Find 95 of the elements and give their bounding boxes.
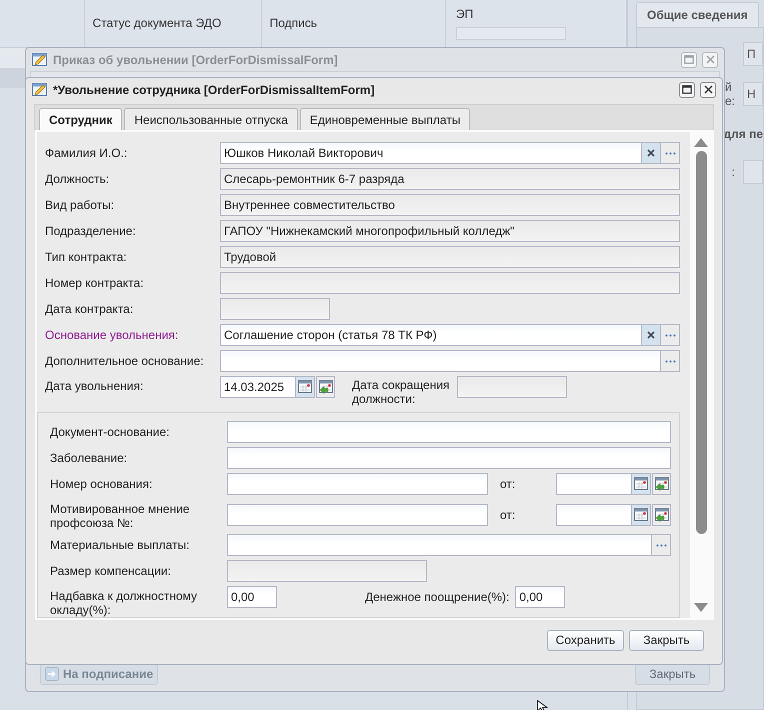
field-label: Документ-основание:: [50, 425, 170, 439]
calendar-button[interactable]: [632, 473, 651, 495]
maximize-button[interactable]: [679, 82, 695, 98]
field-label: Дата сокращения должности:: [352, 377, 451, 406]
field-label: от:: [500, 477, 516, 491]
ellipsis-button[interactable]: [661, 324, 680, 346]
ellipsis-icon: [664, 334, 676, 336]
clear-icon: [647, 149, 655, 157]
text-field[interactable]: [227, 504, 488, 526]
maximize-icon: [682, 85, 692, 94]
field-label: Заболевание:: [50, 451, 128, 465]
calendar-button[interactable]: [296, 376, 315, 398]
tab[interactable]: Неиспользованные отпуска: [124, 108, 298, 131]
scroll-down-icon: [694, 603, 708, 612]
field-label: Номер основания:: [50, 477, 154, 491]
tab[interactable]: Общие сведения: [636, 2, 759, 27]
ellipsis-icon: [664, 360, 676, 362]
calendar-icon: [634, 508, 648, 522]
read-only-field[interactable]: [227, 560, 427, 582]
scrollbar[interactable]: [690, 132, 712, 618]
window-title: *Увольнение сотрудника [OrderForDismissalItemForm]: [53, 82, 376, 96]
close-button[interactable]: [700, 82, 716, 98]
save-button[interactable]: Сохранить: [547, 630, 624, 650]
column-header: ЭП: [456, 7, 474, 21]
read-only-field[interactable]: Слесарь-ремонтник 6-7 разряда: [220, 168, 680, 190]
read-only-field[interactable]: Трудовой: [220, 246, 680, 268]
input-field[interactable]: П: [743, 42, 763, 66]
number-field[interactable]: 0,00: [227, 586, 277, 608]
text-field[interactable]: [227, 447, 671, 469]
clear-button[interactable]: [642, 324, 661, 346]
field-label: Дополнительное основание:: [45, 354, 205, 368]
field-label: Материальные выплаты:: [50, 538, 191, 552]
tab[interactable]: Сотрудник: [39, 108, 122, 131]
tab[interactable]: Единовременные выплаты: [300, 108, 470, 131]
field-label: от:: [500, 508, 516, 522]
filter-field[interactable]: [456, 27, 566, 40]
calendar-icon: [634, 477, 648, 491]
scroll-up-icon: [694, 138, 708, 147]
lookup-field[interactable]: Юшков Николай Викторович: [220, 142, 642, 164]
close-icon: [706, 55, 714, 64]
field-label: Вид работы:: [45, 198, 116, 212]
mouse-cursor-icon: [537, 700, 549, 710]
calendar-icon: [298, 380, 312, 394]
read-only-field[interactable]: [220, 272, 680, 294]
field-label: Денежное поощрение(%):: [365, 589, 510, 604]
field-label: Надбавка к должностному окладу(%):: [50, 588, 198, 617]
input-field[interactable]: Н: [743, 82, 763, 106]
window-title: Приказ об увольнении [OrderForDismissalForm]: [53, 52, 339, 66]
close-icon: [704, 85, 712, 94]
calendar-button[interactable]: [632, 504, 651, 526]
ellipsis-button[interactable]: [652, 534, 671, 556]
field-label: Дата увольнения:: [45, 378, 144, 393]
text-field[interactable]: [227, 473, 488, 495]
clear-icon: [647, 331, 655, 339]
close-button[interactable]: Закрыть: [635, 664, 710, 684]
read-only-field[interactable]: Внутреннее совместительство: [220, 194, 680, 216]
date-fill-button[interactable]: [316, 376, 335, 398]
field-label: Должность:: [45, 172, 110, 186]
date-field[interactable]: [556, 504, 632, 526]
text-field[interactable]: [227, 421, 671, 443]
column-header: Подпись: [270, 16, 318, 30]
maximize-icon: [684, 55, 694, 64]
read-only-field[interactable]: ГАПОУ "Нижнекамский многопрофильный колледж": [220, 220, 680, 242]
field-label: Тип контракта:: [45, 250, 128, 264]
date-field[interactable]: 14.03.2025: [220, 376, 296, 398]
input-field[interactable]: [743, 160, 763, 184]
field-label: Основание увольнения:: [45, 328, 180, 342]
sign-icon: [45, 667, 59, 681]
field-label: Мотивированное мнение профсоюза №:: [50, 501, 191, 530]
ellipsis-button[interactable]: [661, 350, 680, 372]
lookup-field[interactable]: Соглашение сторон (статья 78 ТК РФ): [220, 324, 642, 346]
field-label: й е:: [724, 80, 735, 108]
ellipsis-icon: [664, 152, 676, 154]
read-only-field[interactable]: [457, 376, 567, 398]
field-label: Размер компенсации:: [50, 564, 172, 578]
scrollbar-thumb[interactable]: [696, 151, 706, 534]
field-label: Номер контракта:: [45, 276, 145, 290]
date-field[interactable]: [556, 473, 632, 495]
number-field[interactable]: 0,00: [515, 586, 566, 608]
ellipsis-icon: [656, 544, 666, 546]
field-label: Фамилия И.О.:: [45, 146, 128, 160]
clear-button[interactable]: [642, 142, 661, 164]
form-edit-icon: [32, 52, 48, 67]
column-header: Статус документа ЭДО: [92, 16, 222, 30]
read-only-field[interactable]: [220, 298, 330, 320]
field-label: Подразделение:: [45, 224, 137, 238]
lookup-field[interactable]: [220, 350, 661, 372]
close-button[interactable]: Закрыть: [629, 630, 704, 650]
field-label: Дата контракта:: [45, 302, 134, 316]
date-fill-button[interactable]: [652, 473, 671, 495]
field-label: :: [732, 165, 735, 179]
form-edit-icon: [32, 82, 48, 97]
ellipsis-button[interactable]: [661, 142, 680, 164]
lookup-field[interactable]: [227, 534, 652, 556]
date-fill-button[interactable]: [652, 504, 671, 526]
